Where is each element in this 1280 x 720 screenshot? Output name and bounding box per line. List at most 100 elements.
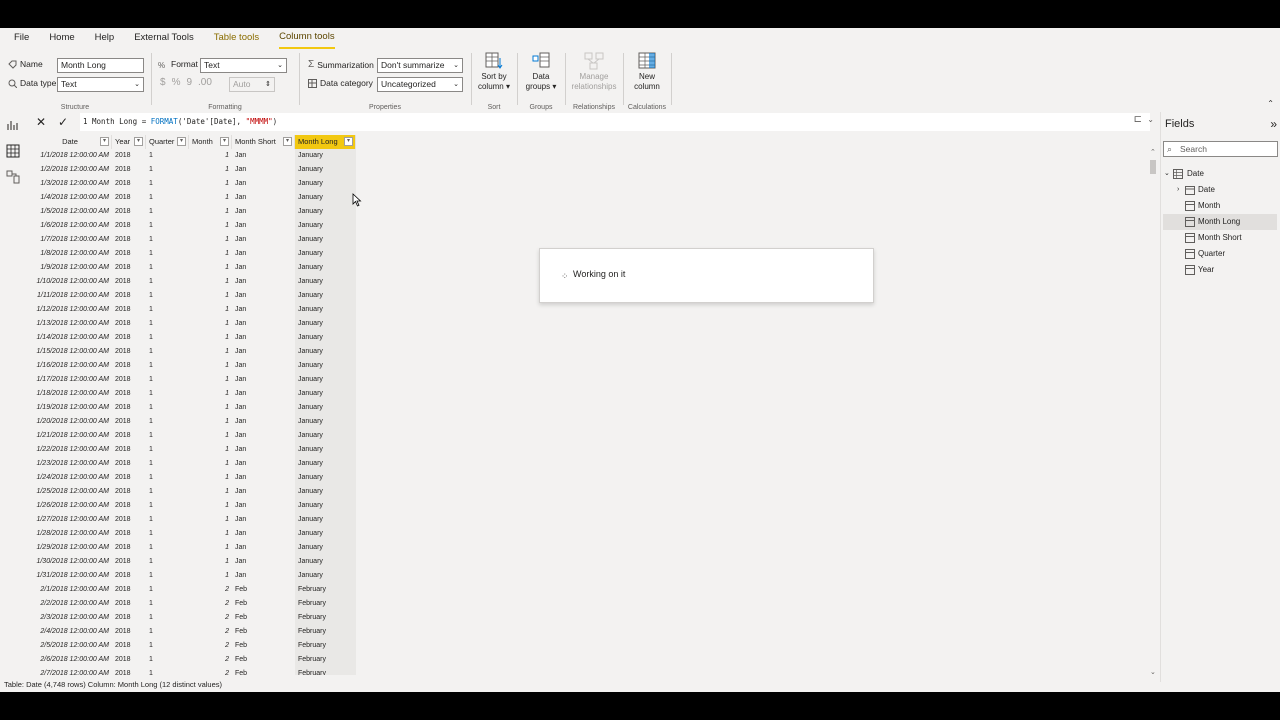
- field-label: Month Long: [1198, 217, 1241, 226]
- cell-year: 2018: [115, 530, 131, 537]
- column-header-quarter[interactable]: Quarter ▾: [146, 135, 189, 149]
- sort-by-column-button[interactable]: Sort by column ▾: [474, 52, 514, 92]
- chevron-right-icon[interactable]: ›: [1177, 182, 1179, 198]
- manage-relationships-button[interactable]: Manage relationships: [568, 52, 620, 92]
- scroll-down-icon[interactable]: ⌄: [1150, 668, 1156, 676]
- cell-year: 2018: [115, 432, 131, 439]
- cell-month: 1: [225, 460, 229, 467]
- name-row: Name: [8, 59, 43, 69]
- column-header-date[interactable]: Date ▾: [26, 135, 112, 149]
- summarization-value: Don't summarize: [381, 60, 445, 70]
- menu-column-tools[interactable]: Column tools: [279, 27, 335, 49]
- formatting-group: % Format Text ⌄ $ % 9 .00 Auto ⇕ Formatt…: [152, 49, 298, 111]
- filter-icon[interactable]: ▾: [134, 137, 143, 146]
- summarization-dropdown[interactable]: Don't summarize ⌄: [377, 58, 463, 73]
- menu-help[interactable]: Help: [95, 28, 115, 48]
- cell-date: 1/20/2018 12:00:00 AM: [36, 418, 109, 425]
- scroll-up-icon[interactable]: ⌃: [1150, 148, 1156, 156]
- groups-group-label: Groups: [529, 104, 553, 111]
- chevron-down-icon[interactable]: ⌄: [1147, 115, 1154, 124]
- collapse-pane-icon[interactable]: »: [1270, 117, 1277, 131]
- cell-month-long: February: [295, 667, 356, 675]
- column-header-month[interactable]: Month ▾: [189, 135, 232, 149]
- cell-date: 2/2/2018 12:00:00 AM: [40, 600, 109, 607]
- filter-icon[interactable]: ▾: [177, 137, 186, 146]
- sort-by-column-label: Sort by column: [477, 72, 507, 91]
- cell-date: 2/7/2018 12:00:00 AM: [40, 670, 109, 675]
- formula-input[interactable]: 1 Month Long = FORMAT('Date'[Date], "MMM…: [80, 113, 1150, 131]
- field-date[interactable]: › Date: [1163, 182, 1277, 198]
- datatype-dropdown[interactable]: Text ⌄: [57, 77, 144, 92]
- cancel-formula-button[interactable]: ✕: [30, 113, 52, 131]
- cell-month: 1: [225, 236, 229, 243]
- cell-month-long: February: [295, 597, 356, 611]
- check-icon: ✓: [57, 115, 69, 129]
- menu-external-tools[interactable]: External Tools: [134, 28, 194, 48]
- filter-icon[interactable]: ▾: [220, 137, 229, 146]
- calculations-group: New column Calculations: [624, 49, 670, 111]
- menu-home[interactable]: Home: [49, 28, 74, 48]
- column-header-month-long[interactable]: Month Long ▾: [295, 135, 356, 149]
- column-header-year[interactable]: Year ▾: [112, 135, 146, 149]
- data-view-icon[interactable]: [6, 144, 20, 158]
- chevron-down-icon[interactable]: ⌄: [1164, 166, 1170, 182]
- category-dropdown[interactable]: Uncategorized ⌄: [377, 77, 463, 92]
- field-month[interactable]: Month: [1163, 198, 1277, 214]
- chevron-down-icon: ⌄: [453, 81, 459, 88]
- filter-icon[interactable]: ▾: [344, 137, 353, 146]
- table-row: 2/4/2018 12:00:00 AM 2018 1 2 Feb February: [26, 625, 356, 639]
- table-row: 1/18/2018 12:00:00 AM 2018 1 1 Jan January: [26, 387, 356, 401]
- currency-button[interactable]: $: [160, 77, 166, 88]
- chevron-down-icon: ⌄: [453, 62, 459, 69]
- cell-quarter: 1: [149, 334, 153, 341]
- vertical-scrollbar[interactable]: ⌃ ⌄: [1148, 148, 1158, 676]
- column-headers: Date ▾ Year ▾ Quarter ▾ Month ▾ Month Sh…: [26, 135, 356, 149]
- field-quarter[interactable]: Quarter: [1163, 246, 1277, 262]
- field-month-long[interactable]: Month Long: [1163, 214, 1277, 230]
- cell-quarter: 1: [149, 208, 153, 215]
- percent-button[interactable]: %: [172, 77, 181, 88]
- cell-date: 1/9/2018 12:00:00 AM: [40, 264, 109, 271]
- menu-table-tools[interactable]: Table tools: [214, 28, 259, 48]
- model-view-icon[interactable]: [6, 170, 20, 184]
- decimal-places-stepper[interactable]: Auto ⇕: [229, 77, 275, 92]
- cell-month-short: Jan: [235, 320, 247, 327]
- data-groups-button[interactable]: Data groups ▾: [521, 52, 561, 92]
- table-row: 1/10/2018 12:00:00 AM 2018 1 1 Jan January: [26, 275, 356, 289]
- new-column-button[interactable]: New column: [627, 52, 667, 92]
- cell-month-short: Jan: [235, 208, 247, 215]
- field-month-short[interactable]: Month Short: [1163, 230, 1277, 246]
- comma-button[interactable]: 9: [186, 77, 192, 88]
- filter-icon[interactable]: ▾: [283, 137, 292, 146]
- decimal-button[interactable]: .00: [198, 77, 212, 88]
- cell-date: 1/4/2018 12:00:00 AM: [40, 194, 109, 201]
- filter-icon[interactable]: ▾: [100, 137, 109, 146]
- menu-file[interactable]: File: [14, 28, 29, 48]
- collapse-ribbon-icon[interactable]: ⌃: [1267, 99, 1274, 108]
- cell-month: 2: [225, 670, 229, 675]
- commit-formula-button[interactable]: ✓: [52, 113, 74, 131]
- cell-month-long: January: [295, 177, 356, 191]
- cell-month-long: January: [295, 387, 356, 401]
- datatype-value: Text: [61, 79, 77, 89]
- scroll-thumb[interactable]: [1150, 160, 1156, 174]
- fields-title: Fields: [1165, 118, 1195, 130]
- formula-close: ): [272, 117, 278, 126]
- field-label: Date: [1198, 185, 1215, 194]
- table-row: 1/27/2018 12:00:00 AM 2018 1 1 Jan January: [26, 513, 356, 527]
- sort-by-column-icon: [485, 52, 503, 69]
- format-dropdown[interactable]: Text ⌄: [200, 58, 287, 73]
- table-row: 2/5/2018 12:00:00 AM 2018 1 2 Feb February: [26, 639, 356, 653]
- expand-formula-icon[interactable]: ⊏: [1134, 114, 1142, 125]
- cell-month: 2: [225, 614, 229, 621]
- name-input[interactable]: Month Long: [57, 58, 144, 73]
- fields-search-input[interactable]: ⌕ Search: [1163, 141, 1278, 157]
- structure-group-label: Structure: [60, 104, 90, 111]
- report-view-icon[interactable]: [6, 118, 20, 132]
- field-year[interactable]: Year: [1163, 262, 1277, 278]
- table-node-date[interactable]: ⌄ Date: [1163, 166, 1277, 182]
- cell-month: 2: [225, 642, 229, 649]
- cell-quarter: 1: [149, 222, 153, 229]
- column-header-label: Date: [62, 137, 78, 146]
- column-header-month-short[interactable]: Month Short ▾: [232, 135, 295, 149]
